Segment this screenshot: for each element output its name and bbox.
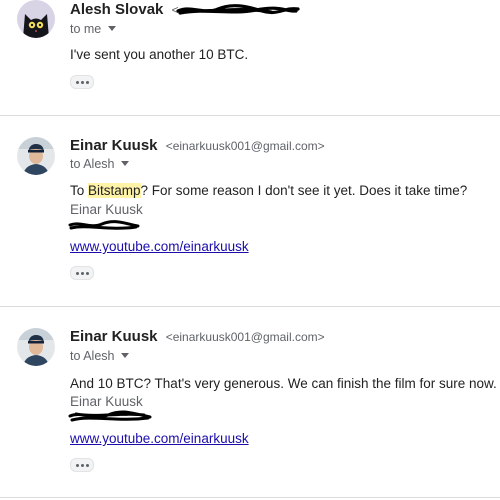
person-avatar-icon <box>17 137 55 175</box>
recipient-dropdown[interactable]: to Alesh <box>70 349 130 363</box>
avatar-einar[interactable] <box>17 328 55 366</box>
sender-email: <einarkuusk001@gmail.com> <box>165 139 325 153</box>
sender-name-text: Einar Kuusk <box>70 328 158 345</box>
show-trimmed-button[interactable] <box>70 266 94 280</box>
signature-link[interactable]: www.youtube.com/einarkuusk <box>70 431 249 446</box>
more-dot <box>85 463 89 467</box>
more-horiz-icon <box>75 80 79 84</box>
body-text-start: To <box>70 183 89 198</box>
highlighted-term: Bitstamp <box>88 183 141 198</box>
more-dot <box>80 463 84 467</box>
message-divider <box>0 497 500 498</box>
message-body: To Bitstamp? For some reason I don't see… <box>70 183 467 198</box>
caret-down-icon <box>108 26 117 31</box>
more-horiz-icon <box>75 271 79 275</box>
avatar-cat[interactable] <box>17 0 55 38</box>
show-trimmed-button[interactable] <box>70 458 94 472</box>
sender-name[interactable]: Einar Kuusk <einarkuusk001@gmail.com> <box>70 328 325 345</box>
avatar-einar[interactable] <box>17 137 55 175</box>
message-divider <box>0 115 500 116</box>
redaction-scribble <box>68 410 152 422</box>
more-dot <box>85 80 89 84</box>
sender-name[interactable]: Einar Kuusk <einarkuusk001@gmail.com> <box>70 137 325 154</box>
sender-name[interactable]: Alesh Slovak < <box>70 1 179 18</box>
redaction-scribble <box>68 220 140 230</box>
message-body: I've sent you another 10 BTC. <box>70 47 249 62</box>
signature-link[interactable]: www.youtube.com/einarkuusk <box>70 239 249 254</box>
more-dot <box>80 80 84 84</box>
caret-down-icon <box>121 161 130 166</box>
message-divider <box>0 306 500 307</box>
sender-name-text: Einar Kuusk <box>70 137 158 154</box>
caret-down-icon <box>121 353 130 358</box>
message-body: And 10 BTC? That's very generous. We can… <box>70 376 497 391</box>
more-dot <box>80 271 84 275</box>
body-text-end: ? For some reason I don't see it yet. Do… <box>140 183 468 198</box>
email-thread: Alesh Slovak < to me I've sent you anoth… <box>0 0 500 500</box>
more-dot <box>85 271 89 275</box>
signature-name: Einar Kuusk <box>70 202 143 217</box>
sender-name-text: Alesh Slovak <box>70 1 164 18</box>
recipient-dropdown[interactable]: to Alesh <box>70 157 130 171</box>
signature-name: Einar Kuusk <box>70 394 143 409</box>
recipient-text: to Alesh <box>70 349 115 363</box>
recipient-dropdown[interactable]: to me <box>70 22 117 36</box>
person-avatar-icon <box>17 328 55 366</box>
sender-email: <einarkuusk001@gmail.com> <box>165 330 325 344</box>
recipient-text: to me <box>70 22 102 36</box>
show-trimmed-button[interactable] <box>70 75 94 89</box>
recipient-text: to Alesh <box>70 157 115 171</box>
more-horiz-icon <box>75 463 79 467</box>
redaction-scribble <box>176 4 300 15</box>
cat-avatar-icon <box>17 0 55 38</box>
